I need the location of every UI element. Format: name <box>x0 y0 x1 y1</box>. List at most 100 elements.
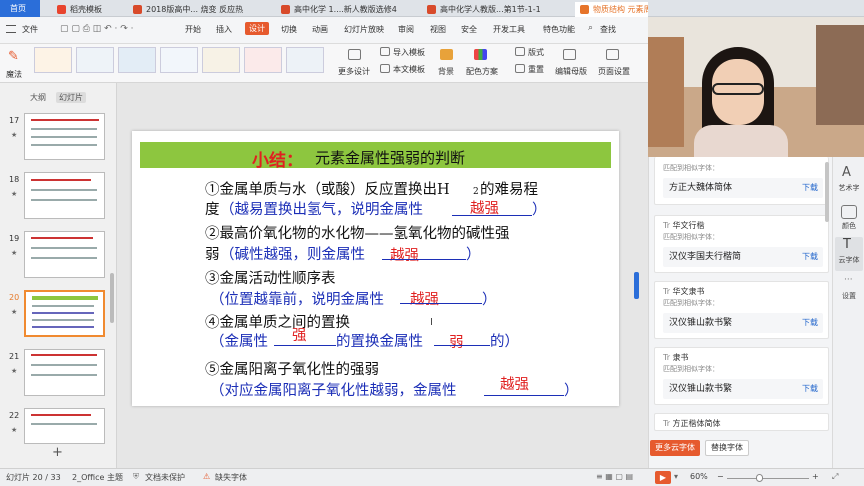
tab-doc-3[interactable]: 高中化学人教版...第1节-1-1 <box>422 2 570 17</box>
slide-thumb-20[interactable] <box>24 290 105 337</box>
canvas-scrollbar[interactable] <box>634 272 639 299</box>
import-template-button[interactable]: 导入模板 <box>393 47 425 58</box>
ppt-icon <box>427 5 436 14</box>
menu-view[interactable]: 视图 <box>430 24 446 35</box>
font-card[interactable]: 匹配到相似字体： 方正大魏体简体 下载 <box>654 157 829 205</box>
search-icon[interactable]: ⌕ <box>588 23 593 33</box>
tab-doc-1[interactable]: 2018版高中... 烧变 反应热 <box>128 2 273 17</box>
font-card[interactable]: Tr 华文行楷 匹配到相似字体： 汉仪李国夫行楷简 下载 <box>654 215 829 273</box>
reset-button[interactable]: 重置 <box>528 64 544 75</box>
menu-transition[interactable]: 切换 <box>281 24 297 35</box>
tab-outline[interactable]: 大纲 <box>30 92 46 103</box>
template-thumb-3[interactable] <box>118 47 156 73</box>
thumb-line <box>32 296 98 300</box>
view-icons[interactable]: ≡ ▦ ▢ ▤ <box>596 472 633 481</box>
docer-icon <box>57 5 66 14</box>
font-card[interactable]: Tr 华文隶书 匹配到相似字体： 汉仪锥山款书繁 下载 <box>654 281 829 339</box>
slide-thumb-17[interactable] <box>24 113 105 160</box>
this-template-button[interactable]: 本文模板 <box>393 64 425 75</box>
slide-number: 18 <box>9 175 20 184</box>
thumbnail-scrollbar[interactable] <box>110 273 114 323</box>
font-panel-scrollbar[interactable] <box>825 162 829 222</box>
sidebar-cloud-font[interactable]: 云字体 <box>833 255 864 265</box>
template-thumb-5[interactable] <box>202 47 240 73</box>
color-scheme-button[interactable]: 配色方案 <box>466 66 498 77</box>
layout-button[interactable]: 版式 <box>528 47 544 58</box>
add-slide-button[interactable]: + <box>52 445 63 460</box>
missing-font-button[interactable]: 缺失字体 <box>215 472 247 483</box>
zoom-in-icon[interactable]: + <box>812 472 819 481</box>
sidebar-art-text[interactable]: 艺术字 <box>833 183 864 193</box>
menu-file[interactable]: 文件 <box>22 24 38 35</box>
slide-title: 元素金属性强弱的判断 <box>315 149 466 167</box>
reset-icon <box>515 64 525 73</box>
more-design-icon <box>348 49 361 60</box>
zoom-out-icon[interactable]: − <box>717 472 724 481</box>
tab-doc-2[interactable]: 高中化学 1....新人教版选修4 <box>276 2 418 17</box>
magic-button[interactable]: 魔法 <box>6 69 22 80</box>
current-slide[interactable]: 小结： 元素金属性强弱的判断 ①金属单质与水（或酸）反应置换出H 2 的难易程 … <box>132 131 619 406</box>
thumb-line <box>31 257 97 259</box>
menu-devtools[interactable]: 开发工具 <box>493 24 525 35</box>
sidebar-color[interactable]: 颜色 <box>833 221 864 231</box>
protect-status[interactable]: 文档未保护 <box>145 472 185 483</box>
template-thumb-2[interactable] <box>76 47 114 73</box>
template-thumb-7[interactable] <box>286 47 324 73</box>
menu-start[interactable]: 开始 <box>185 24 201 35</box>
template-thumb-4[interactable] <box>160 47 198 73</box>
play-dropdown-icon[interactable]: ▾ <box>674 472 678 481</box>
font-card[interactable]: Tr 方正楷体简体 <box>654 413 829 431</box>
answer-blank-4b <box>434 345 490 346</box>
tab-home[interactable]: 首页 <box>0 0 40 17</box>
zoom-slider-handle[interactable] <box>756 474 763 482</box>
edit-master-button[interactable]: 编辑母版 <box>555 66 587 77</box>
font-card[interactable]: Tr 隶书 匹配到相似字体： 汉仪锥山款书繁 下载 <box>654 347 829 405</box>
fit-window-icon[interactable]: ⤢ <box>832 472 838 482</box>
palette-icon[interactable] <box>841 205 857 219</box>
menu-slideshow[interactable]: 幻灯片放映 <box>344 24 384 35</box>
replace-font-button[interactable]: 替换字体 <box>705 440 749 456</box>
font-name-row: Tr 华文隶书 <box>663 286 705 297</box>
menu-insert[interactable]: 插入 <box>216 24 232 35</box>
more-design-button[interactable]: 更多设计 <box>338 66 370 77</box>
download-button[interactable]: 下载 <box>802 247 818 267</box>
ribbon: ✎ 魔法 更多设计 导入模板 本文模板 背景 配色方案 版式 重置 编辑母版 页… <box>0 44 648 83</box>
slide-thumb-21[interactable] <box>24 349 105 396</box>
menu-security[interactable]: 安全 <box>461 24 477 35</box>
star-icon: ★ <box>11 426 18 434</box>
tab-docer[interactable]: 稻壳模板 <box>52 2 122 17</box>
slide-number: 19 <box>9 234 20 243</box>
magic-icon[interactable]: ✎ <box>8 49 19 64</box>
download-button[interactable]: 下载 <box>802 178 818 198</box>
zoom-slider[interactable] <box>727 478 809 479</box>
more-dots-icon[interactable]: ··· <box>844 275 853 285</box>
more-cloud-fonts-button[interactable]: 更多云字体 <box>650 440 700 456</box>
template-thumb-6[interactable] <box>244 47 282 73</box>
sidebar-settings[interactable]: 设置 <box>833 291 864 301</box>
webcam-video <box>648 17 864 157</box>
download-button[interactable]: 下载 <box>802 313 818 333</box>
download-button[interactable]: 下载 <box>802 379 818 399</box>
thumb-line <box>31 364 97 366</box>
slide-thumb-19[interactable] <box>24 231 105 278</box>
toolbar-quick-icons[interactable]: ▢ ▢ ⎙ ◫ ↶ · ↷ · <box>60 24 134 34</box>
tab-doc-active[interactable]: 物质结构 元素周期 <box>575 2 648 17</box>
menu-features[interactable]: 特色功能 <box>543 24 575 35</box>
art-text-icon[interactable]: A <box>842 165 851 180</box>
menu-animation[interactable]: 动画 <box>312 24 328 35</box>
font-t-icon[interactable]: T <box>843 237 851 252</box>
hamburger-icon[interactable] <box>6 25 16 33</box>
background-button[interactable]: 背景 <box>438 66 454 77</box>
page-setup-button[interactable]: 页面设置 <box>598 66 630 77</box>
tab-slides[interactable]: 幻灯片 <box>56 92 86 103</box>
menu-review[interactable]: 审阅 <box>398 24 414 35</box>
play-icon[interactable]: ▶ <box>655 471 671 484</box>
menu-search[interactable]: 查找 <box>600 24 616 35</box>
font-sample: 汉仪锥山款书繁 <box>663 379 823 399</box>
slide-thumb-18[interactable] <box>24 172 105 219</box>
answer-blank-2 <box>382 259 466 260</box>
tab-bar: 首页 稻壳模板 2018版高中... 烧变 反应热 高中化学 1....新人教版… <box>0 0 864 17</box>
menu-design[interactable]: 设计 <box>245 22 269 35</box>
slide-thumb-22[interactable] <box>24 408 105 444</box>
template-thumb-1[interactable] <box>34 47 72 73</box>
